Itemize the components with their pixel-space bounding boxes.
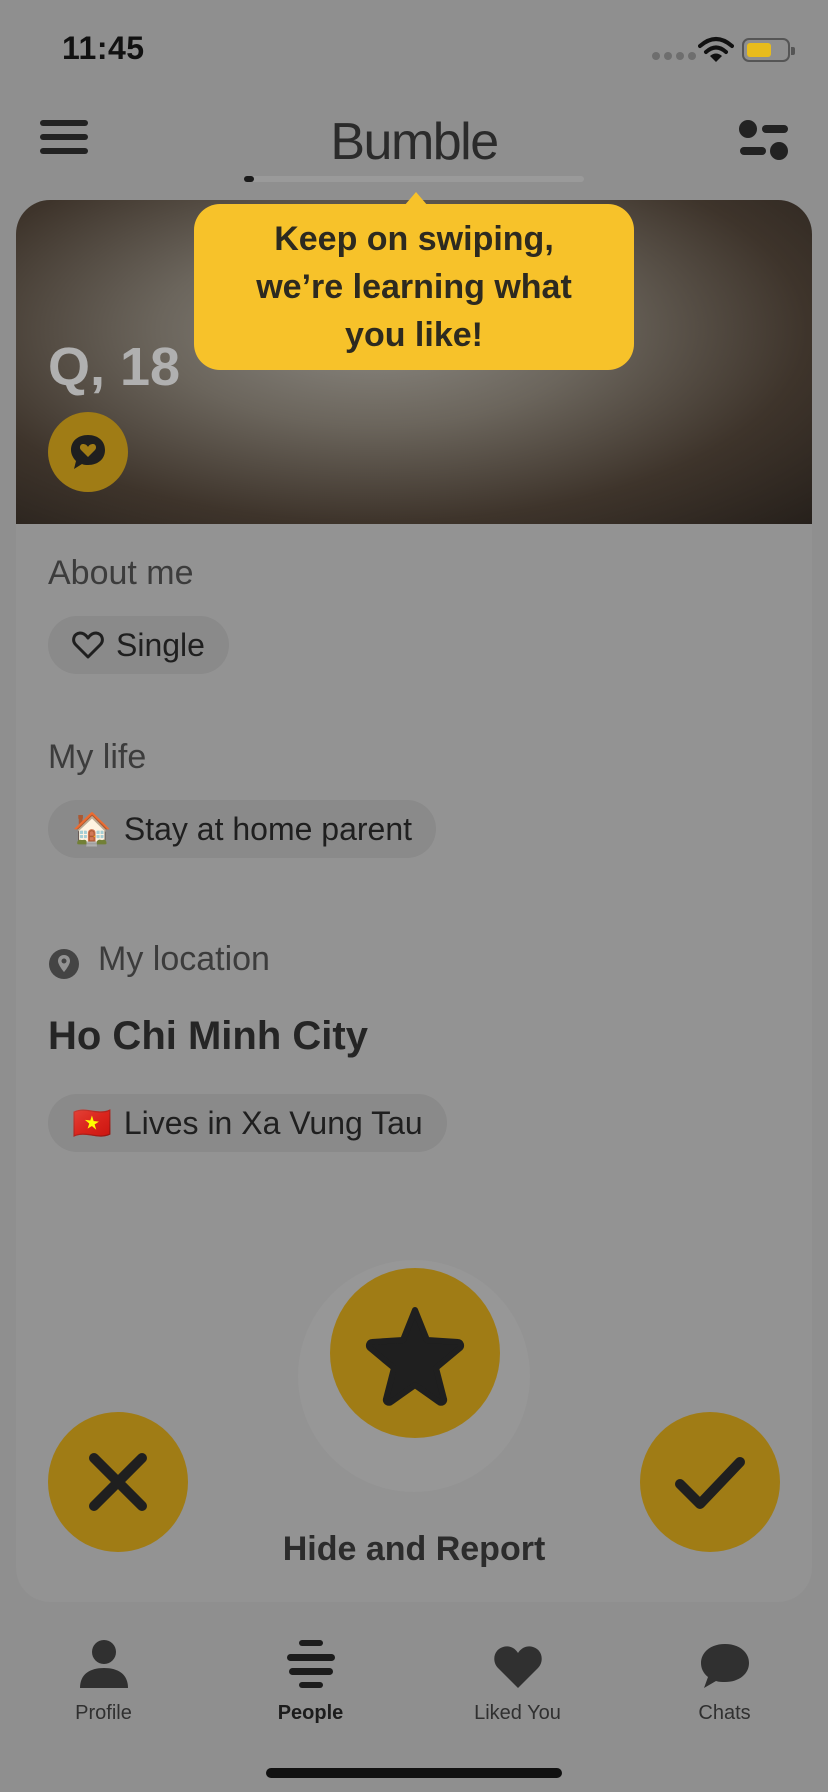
heart-outline-icon xyxy=(72,631,104,659)
chat-icon xyxy=(700,1644,749,1688)
profile-progress-fill xyxy=(244,176,255,182)
tab-liked-you-label: Liked You xyxy=(474,1702,561,1724)
tab-chats[interactable]: Chats xyxy=(621,1630,828,1750)
relationship-chip: Single xyxy=(48,616,229,674)
compliment-button[interactable] xyxy=(48,412,128,492)
star-icon xyxy=(365,1307,465,1406)
house-emoji: 🏠 xyxy=(72,811,112,847)
tab-profile-label: Profile xyxy=(75,1702,132,1724)
home-indicator xyxy=(266,1768,562,1778)
swipe-tooltip: Keep on swiping, we’re learning what you… xyxy=(194,204,634,370)
status-bar: 11:45 xyxy=(0,0,828,100)
profile-name-age: Q, 18 xyxy=(48,337,181,397)
tab-profile[interactable]: Profile xyxy=(0,1630,207,1750)
occupation-chip: 🏠 Stay at home parent xyxy=(48,800,437,858)
city-name: Ho Chi Minh City xyxy=(48,1014,368,1058)
heart-icon xyxy=(493,1646,542,1688)
hide-and-report-button[interactable]: Hide and Report xyxy=(16,1530,812,1569)
occupation-label: Stay at home parent xyxy=(123,810,413,847)
signal-icon xyxy=(652,52,696,60)
profile-progress-track xyxy=(244,176,584,182)
my-location-heading: My location xyxy=(98,940,270,978)
about-me-heading: About me xyxy=(48,554,194,592)
tab-chats-label: Chats xyxy=(698,1702,751,1724)
chat-heart-icon xyxy=(71,435,105,469)
tab-people[interactable]: People xyxy=(207,1630,414,1750)
tooltip-line-1: Keep on swiping, xyxy=(274,220,554,258)
superswipe-button[interactable] xyxy=(330,1268,500,1438)
person-icon xyxy=(79,1640,128,1688)
people-icon xyxy=(286,1640,335,1688)
tooltip-line-2: we’re learning what xyxy=(256,268,572,306)
my-life-heading: My life xyxy=(48,738,147,776)
tooltip-line-3: you like! xyxy=(345,316,483,354)
app-title: Bumble xyxy=(330,113,499,171)
hometown-chip: 🇻🇳 Lives in Xa Vung Tau xyxy=(48,1094,447,1152)
profile-card[interactable]: Q, 18 About me Single My life 🏠 Stay at … xyxy=(16,200,812,1602)
bottom-tab-bar: Profile People Liked You Chats xyxy=(0,1602,828,1792)
relationship-label: Single xyxy=(116,626,205,663)
top-bar: Bumble xyxy=(0,100,828,200)
vietnam-flag-emoji: 🇻🇳 xyxy=(72,1105,112,1141)
hometown-label: Lives in Xa Vung Tau xyxy=(123,1104,423,1141)
filter-icon[interactable] xyxy=(738,118,790,164)
battery-icon xyxy=(742,38,795,62)
status-time: 11:45 xyxy=(62,30,145,66)
tab-liked-you[interactable]: Liked You xyxy=(414,1630,621,1750)
location-pin-icon xyxy=(49,949,79,979)
tab-people-label: People xyxy=(277,1702,344,1724)
wifi-icon xyxy=(698,37,734,62)
